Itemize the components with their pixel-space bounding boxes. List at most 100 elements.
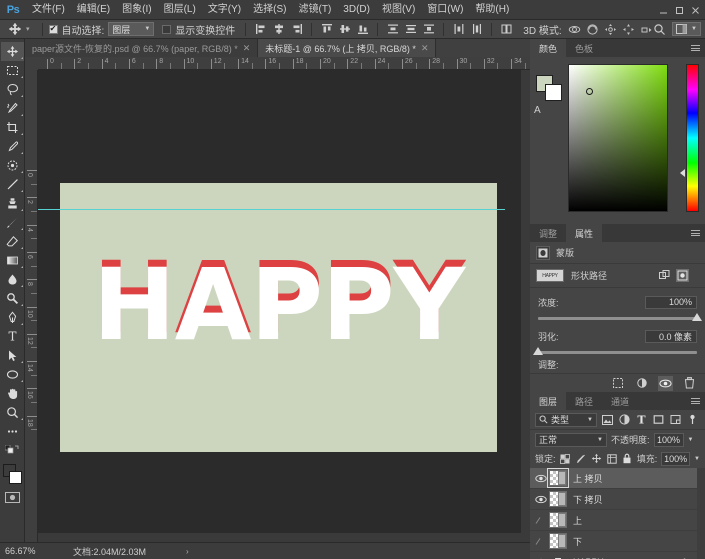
menu-select[interactable]: 选择(S): [247, 0, 292, 20]
tab-color[interactable]: 颜色: [530, 39, 567, 57]
blur-tool[interactable]: [1, 270, 24, 289]
menu-view[interactable]: 视图(V): [376, 0, 421, 20]
lock-transparent-icon[interactable]: [560, 453, 571, 465]
align-right-edges-icon[interactable]: [288, 21, 305, 38]
filter-shape-icon[interactable]: [652, 413, 665, 426]
slide-3d-icon[interactable]: [620, 21, 637, 38]
menu-3d[interactable]: 3D(D): [337, 0, 376, 20]
lock-position-icon[interactable]: [590, 453, 601, 465]
pixel-mask-icon[interactable]: [658, 269, 671, 282]
menu-help[interactable]: 帮助(H): [469, 0, 515, 20]
filter-type-icon[interactable]: T: [635, 413, 648, 426]
fill-value[interactable]: 100%: [661, 451, 691, 466]
rotate-3d-icon[interactable]: [566, 21, 583, 38]
blend-mode-dropdown[interactable]: 正常 ▼: [535, 432, 607, 447]
opacity-value[interactable]: 100%: [653, 432, 684, 447]
align-bottom-edges-icon[interactable]: [354, 21, 371, 38]
layer-row-xia[interactable]: 下: [530, 531, 705, 552]
lasso-tool[interactable]: [1, 80, 24, 99]
filter-adjustment-icon[interactable]: [618, 413, 631, 426]
layer-visibility-icon[interactable]: [533, 531, 549, 552]
rectangular-marquee-tool[interactable]: [1, 61, 24, 80]
lock-image-icon[interactable]: [575, 453, 586, 465]
apply-mask-icon[interactable]: [634, 376, 649, 391]
pan-3d-icon[interactable]: [602, 21, 619, 38]
distribute-horizontal-centers-icon[interactable]: [468, 21, 485, 38]
tab-channels[interactable]: 通道: [602, 392, 639, 410]
mask-row[interactable]: HAPPY 形状路径: [530, 264, 705, 288]
mask-thumbnail[interactable]: HAPPY: [536, 269, 564, 282]
layer-thumbnail[interactable]: [549, 491, 567, 507]
eyedropper-tool[interactable]: [1, 137, 24, 156]
move-tool[interactable]: [0, 42, 24, 61]
zoom-tool[interactable]: [1, 403, 24, 422]
align-horizontal-centers-icon[interactable]: [270, 21, 287, 38]
distribute-bottom-edges-icon[interactable]: [420, 21, 437, 38]
eraser-tool[interactable]: [1, 232, 24, 251]
brush-tool[interactable]: [1, 175, 24, 194]
default-colors-icon[interactable]: [1, 441, 24, 460]
tab-swatches[interactable]: 色板: [566, 39, 603, 57]
vertical-ruler[interactable]: 0 2 4 6 8 10 12 14 16 18: [25, 70, 38, 542]
menu-window[interactable]: 窗口(W): [421, 0, 469, 20]
align-top-edges-icon[interactable]: [318, 21, 335, 38]
feather-value[interactable]: 0.0 像素: [645, 329, 697, 343]
menu-edit[interactable]: 编辑(E): [71, 0, 116, 20]
artboard[interactable]: HAPPY HAPPY: [60, 183, 497, 452]
canvas-vertical-scrollbar[interactable]: [521, 70, 530, 542]
gradient-tool[interactable]: [1, 251, 24, 270]
layer-row-happy[interactable]: T HAPPY fx ▲: [530, 552, 705, 559]
filter-image-icon[interactable]: [601, 413, 614, 426]
distribute-left-edges-icon[interactable]: [450, 21, 467, 38]
density-slider-knob[interactable]: [692, 313, 702, 321]
menu-file[interactable]: 文件(F): [26, 0, 71, 20]
layers-scrollbar[interactable]: [697, 468, 705, 559]
layer-thumbnail[interactable]: [549, 533, 567, 549]
toggle-mask-icon[interactable]: [658, 375, 673, 391]
show-transform-checkbox[interactable]: [162, 24, 172, 34]
image-viewport[interactable]: HAPPY HAPPY: [38, 70, 530, 542]
close-icon[interactable]: ✕: [421, 43, 429, 54]
quick-mask-toggle-icon[interactable]: [3, 490, 21, 504]
auto-select-dropdown[interactable]: 图层 ▼: [108, 22, 155, 36]
close-icon[interactable]: ✕: [243, 43, 251, 54]
layer-name[interactable]: 上 拷贝: [573, 472, 603, 485]
properties-panel-menu-icon[interactable]: [691, 228, 701, 238]
color-panel-menu-icon[interactable]: [691, 43, 701, 53]
layer-name[interactable]: 上: [573, 514, 582, 527]
auto-select-checkbox[interactable]: ✔: [48, 24, 58, 34]
workspace-switcher[interactable]: ▼: [672, 22, 701, 36]
vector-mask-icon[interactable]: [676, 269, 689, 282]
background-color-swatch[interactable]: [8, 471, 22, 484]
status-expand-icon[interactable]: ›: [186, 547, 189, 556]
align-left-edges-icon[interactable]: [252, 21, 269, 38]
menu-filter[interactable]: 滤镜(T): [293, 0, 338, 20]
layers-panel-menu-icon[interactable]: [691, 396, 701, 406]
tab-adjustments[interactable]: 调整: [530, 224, 567, 242]
layer-visibility-icon[interactable]: [533, 510, 549, 531]
history-brush-tool[interactable]: [1, 213, 24, 232]
distribute-vertical-centers-icon[interactable]: [402, 21, 419, 38]
spot-healing-brush-tool[interactable]: [1, 156, 24, 175]
chevron-down-icon[interactable]: ▼: [694, 456, 700, 462]
move-tool-icon[interactable]: [4, 21, 26, 38]
ellipse-shape-tool[interactable]: [1, 365, 24, 384]
layer-visibility-icon[interactable]: [533, 489, 549, 510]
hand-tool[interactable]: [1, 384, 24, 403]
distribute-top-edges-icon[interactable]: [384, 21, 401, 38]
menu-type[interactable]: 文字(Y): [202, 0, 247, 20]
clone-stamp-tool[interactable]: [1, 194, 24, 213]
edit-toolbar-tool[interactable]: [1, 422, 24, 441]
background-color-swatch[interactable]: [545, 84, 562, 101]
menu-image[interactable]: 图象(I): [116, 0, 157, 20]
menu-layer[interactable]: 图层(L): [158, 0, 202, 20]
tab-properties[interactable]: 属性: [566, 224, 603, 242]
dodge-tool[interactable]: [1, 289, 24, 308]
layer-row-shang-copy[interactable]: 上 拷贝: [530, 468, 705, 489]
density-value[interactable]: 100%: [645, 295, 697, 309]
roll-3d-icon[interactable]: [584, 21, 601, 38]
horizontal-type-tool[interactable]: T: [1, 327, 24, 346]
layer-row-shang[interactable]: 上: [530, 510, 705, 531]
layer-name[interactable]: 下: [573, 535, 582, 548]
horizontal-guide[interactable]: [38, 209, 505, 210]
